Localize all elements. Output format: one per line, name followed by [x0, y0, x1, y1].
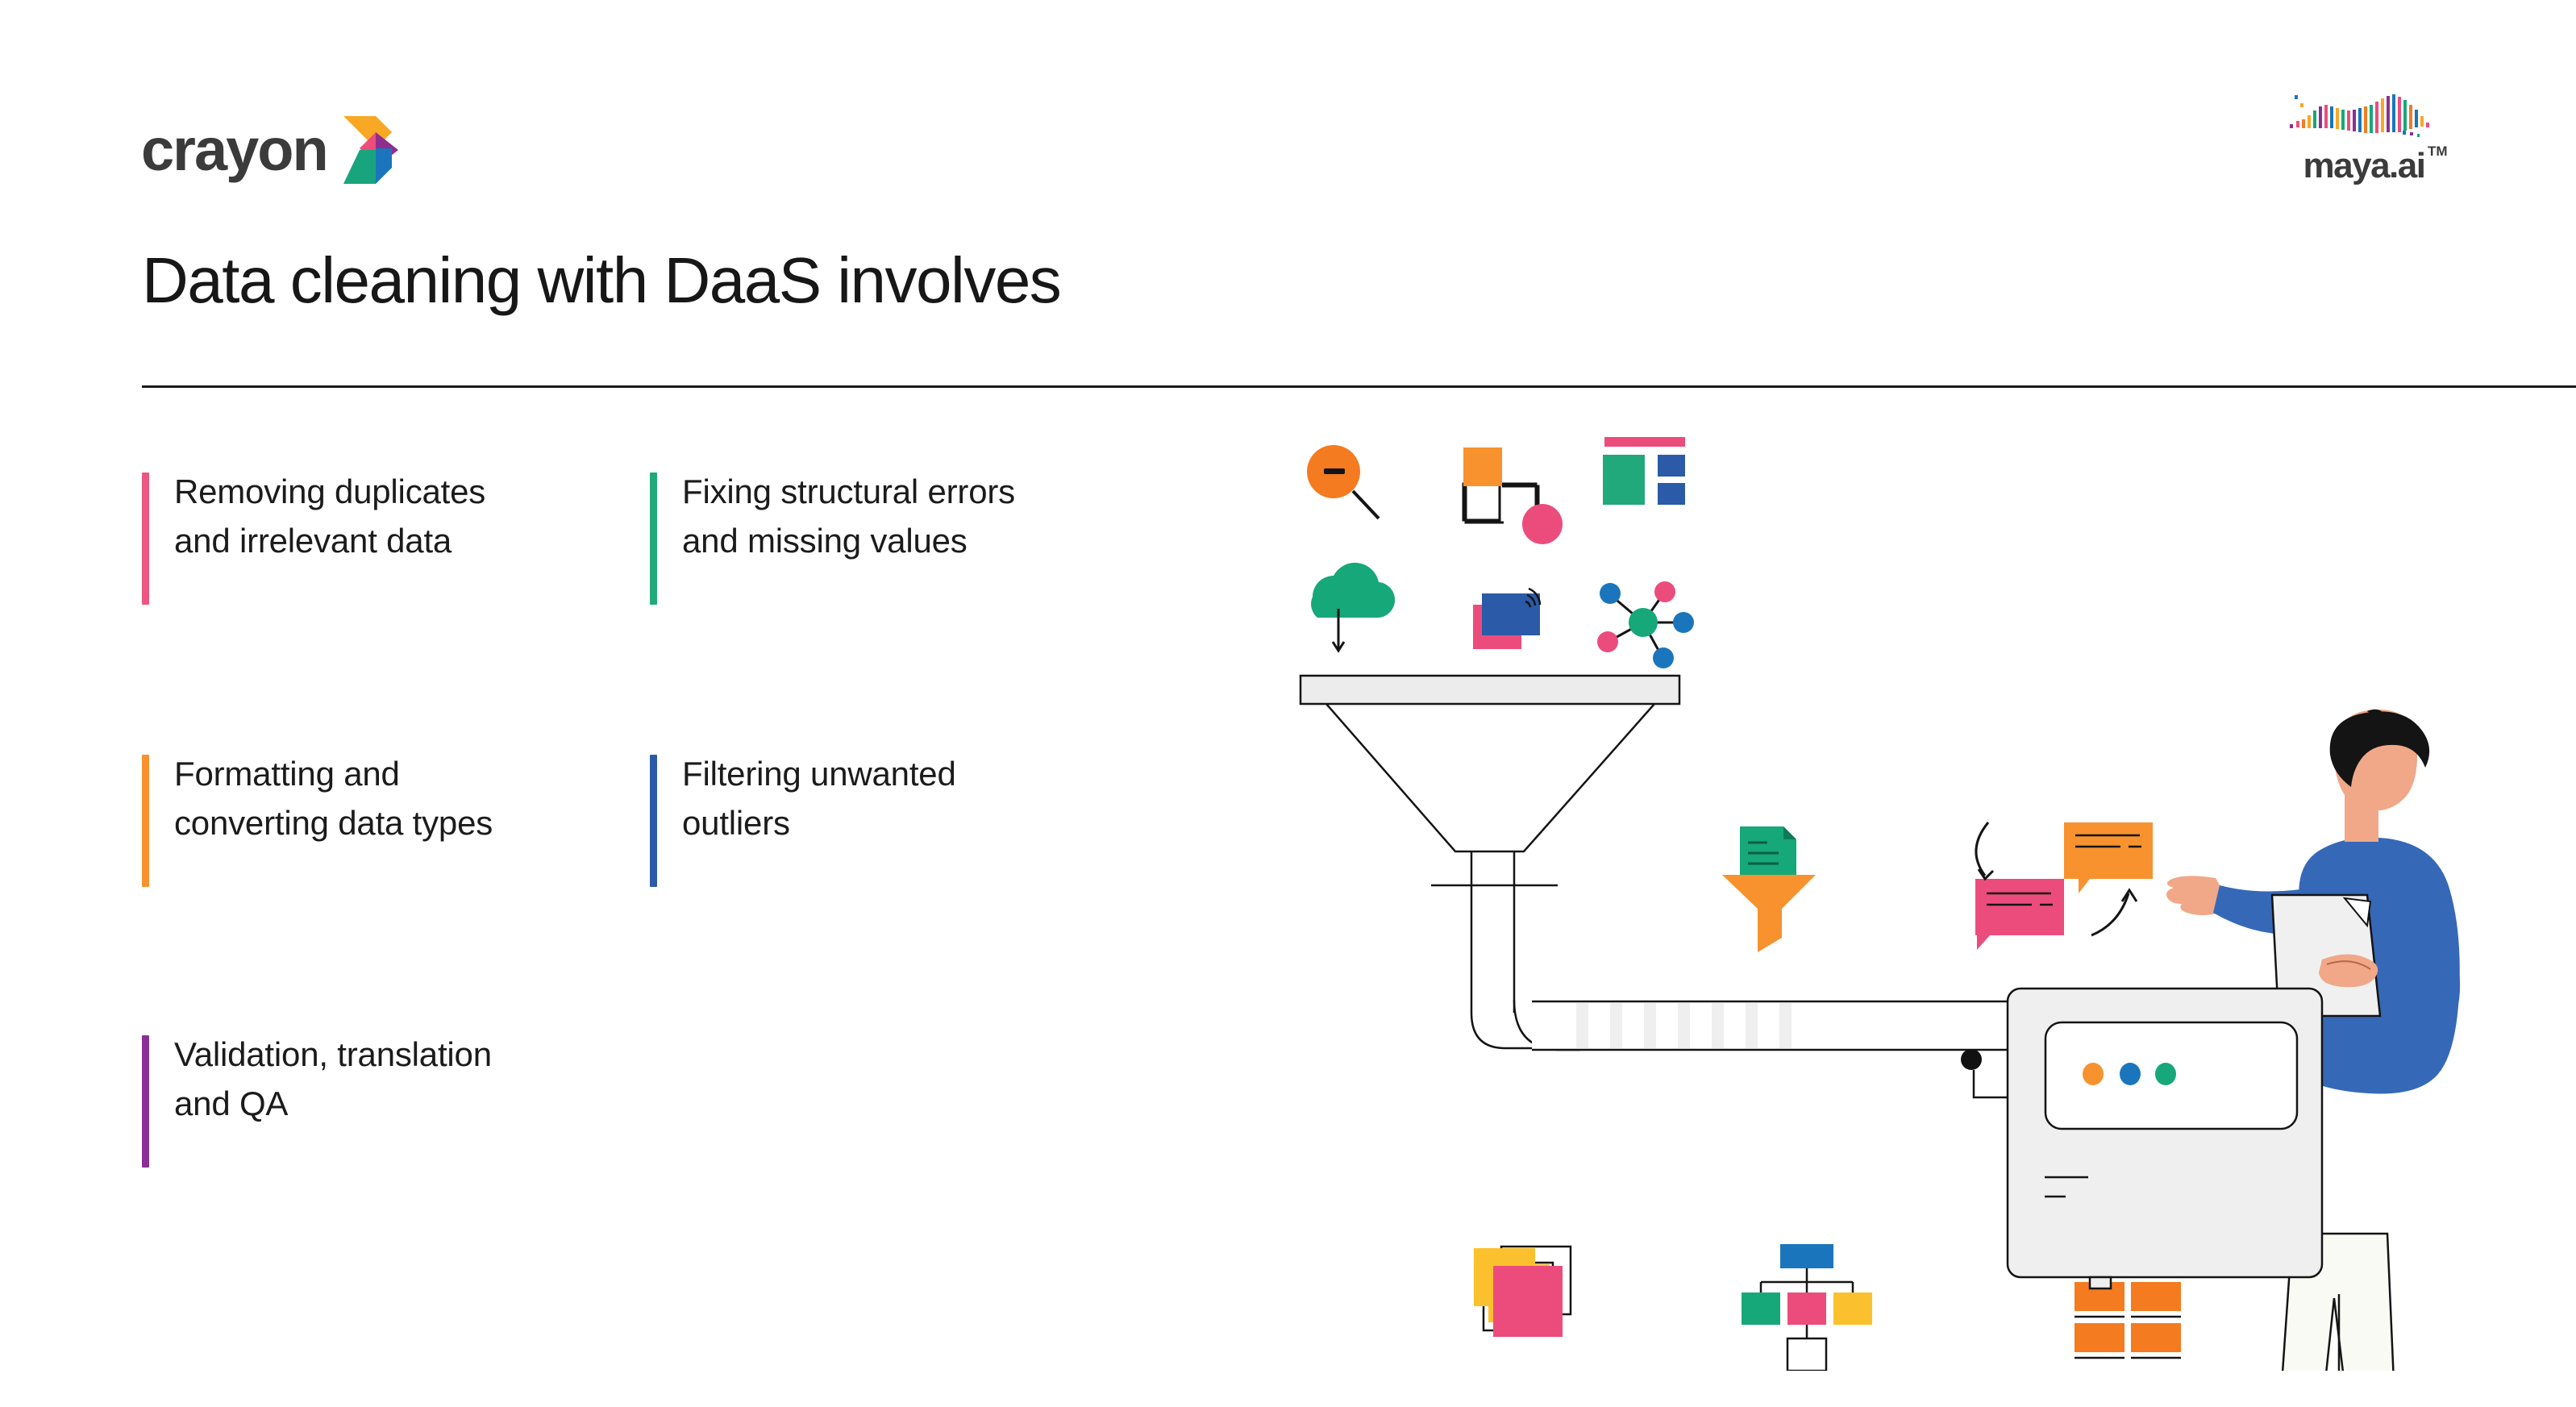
magnifier-minus-icon	[1307, 445, 1380, 520]
bullet-text: Filtering unwanted outliers	[682, 750, 956, 848]
title-divider	[142, 385, 2576, 388]
chevron-arrow-mark-icon	[343, 116, 398, 184]
bullet-line-2: and missing values	[682, 521, 968, 560]
bullet-text: Fixing structural errors and missing val…	[682, 468, 1015, 566]
linked-square-circle-icon	[1462, 447, 1563, 544]
bullet-line-2: outliers	[682, 803, 790, 842]
bullet-line-1: Removing duplicates	[174, 472, 486, 510]
network-nodes-icon	[1597, 581, 1694, 668]
accent-bar-green	[650, 472, 657, 605]
accent-bar-purple	[142, 1035, 149, 1168]
machine-light-blue	[2120, 1063, 2141, 1085]
bullet-item-validation-translation-qa: Validation, translation and QA	[142, 1030, 650, 1168]
bullet-line-2: converting data types	[174, 803, 493, 842]
wireless-device-icon	[1473, 587, 1542, 649]
bullet-line-2: and QA	[174, 1084, 289, 1122]
maya-ai-logo[interactable]: maya.ai TM	[2271, 89, 2457, 184]
bullet-line-2: and irrelevant data	[174, 521, 452, 560]
maya-wordmark: maya.ai	[2303, 146, 2426, 185]
org-chart-icon	[1742, 1244, 1872, 1371]
crayon-wordmark: crayon	[141, 116, 329, 183]
machine-light-orange	[2083, 1063, 2104, 1085]
accent-bar-pink	[142, 472, 149, 605]
machine-light-green	[2155, 1063, 2176, 1085]
bullet-text: Formatting and converting data types	[174, 750, 493, 848]
bullet-item-filtering-outliers: Filtering unwanted outliers	[650, 750, 1166, 887]
bullet-item-fixing-structural-errors: Fixing structural errors and missing val…	[650, 468, 1166, 605]
bullet-row-2: Formatting and converting data types Fil…	[142, 750, 1190, 887]
stacked-cards-icon	[1474, 1245, 1572, 1337]
document-funnel-icon	[1722, 826, 1816, 952]
processing-machine-icon	[1961, 987, 2324, 1290]
slide-root: crayon maya.ai TM Data cleaning with Daa…	[0, 0, 2576, 1407]
soundwave-bars-mark-icon	[2290, 94, 2429, 137]
bullet-line-1: Fixing structural errors	[682, 472, 1015, 510]
crayon-logo[interactable]: crayon	[141, 113, 402, 187]
bullet-text: Removing duplicates and irrelevant data	[174, 468, 485, 566]
layout-grid-icon	[1603, 437, 1685, 505]
bullet-item-removing-duplicates: Removing duplicates and irrelevant data	[142, 468, 650, 605]
bullet-row-1: Removing duplicates and irrelevant data …	[142, 468, 1190, 605]
data-cleaning-pipeline-illustration	[1258, 403, 2540, 1371]
cloud-download-icon	[1311, 562, 1396, 653]
trademark-symbol: TM	[2427, 144, 2448, 159]
bullet-item-formatting-converting: Formatting and converting data types	[142, 750, 650, 887]
bullet-text: Validation, translation and QA	[174, 1030, 492, 1129]
accent-bar-blue	[650, 755, 657, 887]
bullet-line-1: Validation, translation	[174, 1035, 492, 1073]
accent-bar-orange	[142, 755, 149, 887]
bullet-list: Removing duplicates and irrelevant data …	[142, 468, 1190, 1168]
bullet-line-1: Formatting and	[174, 755, 400, 793]
chat-bubbles-exchange-icon	[1975, 822, 2153, 950]
bullet-line-1: Filtering unwanted	[682, 755, 956, 793]
large-funnel-icon	[1299, 674, 1681, 1051]
bullet-row-3: Validation, translation and QA	[142, 1030, 1190, 1168]
page-title: Data cleaning with DaaS involves	[142, 244, 1062, 316]
